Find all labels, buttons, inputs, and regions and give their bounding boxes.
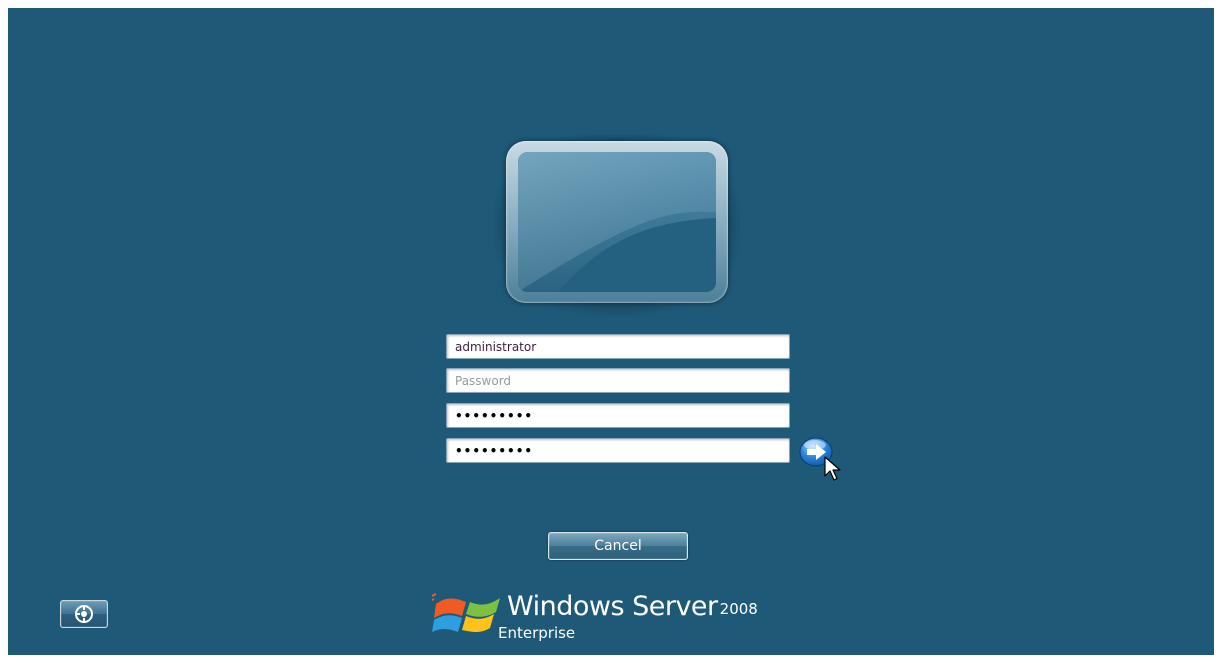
new-password-mask: ••••••••• [455,408,534,423]
user-tile-picture [518,152,716,292]
product-edition: Enterprise [498,624,576,642]
cancel-label: Cancel [594,538,642,554]
product-version: 2008 [719,600,758,618]
product-title: Windows Server [507,591,718,622]
logon-screen: administrator Password ••••••••• •••••••… [8,8,1214,655]
confirm-password-mask: ••••••••• [455,443,534,458]
user-tile-icon [506,141,728,303]
cancel-button[interactable]: Cancel [548,532,688,560]
ease-of-access-icon [75,605,93,623]
password-field[interactable]: Password [446,368,790,393]
password-placeholder: Password [455,373,512,388]
product-name: Windows Server 2008 [507,592,758,622]
windows-flag-logo [432,593,500,632]
confirm-password-field[interactable]: ••••••••• [446,438,790,463]
username-value: administrator [455,339,537,354]
mouse-pointer-icon [824,456,841,481]
username-field[interactable]: administrator [446,334,790,359]
ease-of-access-button[interactable] [60,600,108,628]
new-password-field[interactable]: ••••••••• [446,403,790,428]
